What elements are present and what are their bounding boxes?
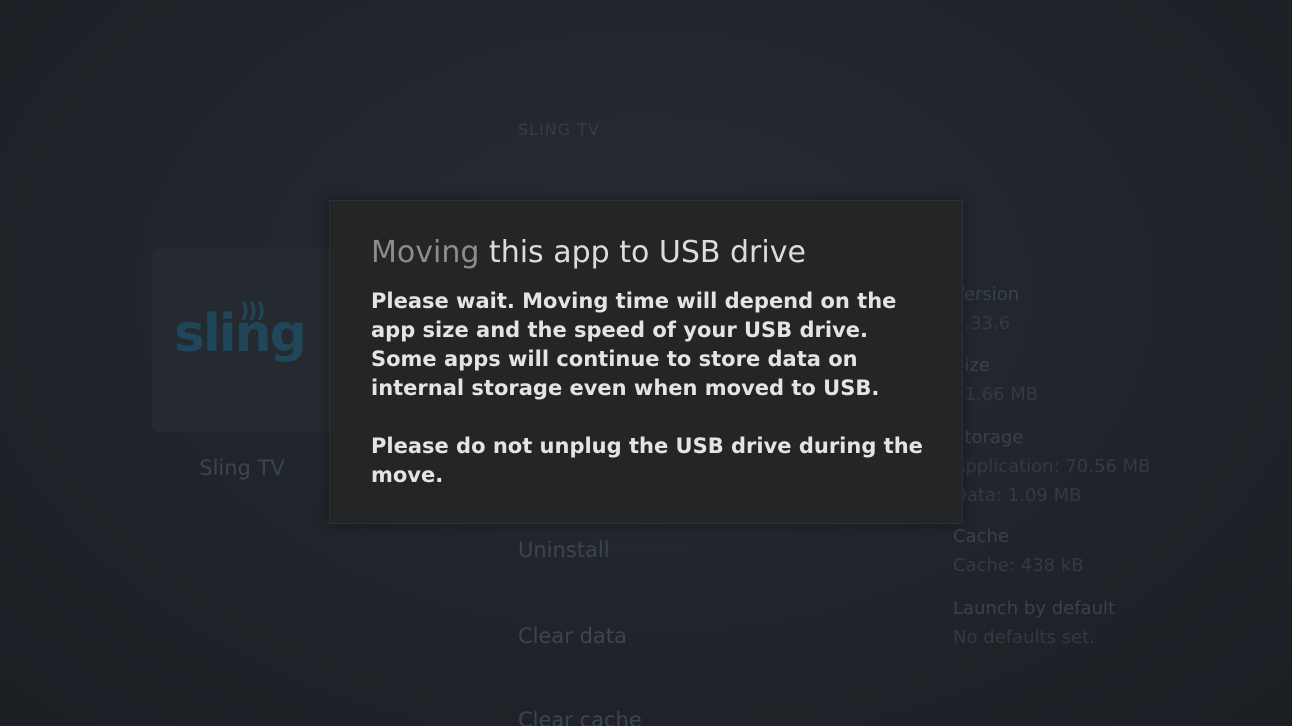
storage-label: Storage (953, 427, 1024, 448)
uninstall-menu-item[interactable]: Uninstall (518, 538, 610, 562)
dialog-message-warning: Please do not unplug the USB drive durin… (371, 434, 923, 487)
app-header: SLING TV (518, 120, 600, 139)
version-info: Version 8.33.6 (953, 280, 1283, 338)
storage-application-value: Application: 70.56 MB (953, 456, 1151, 477)
cache-info: Cache Cache: 438 kB (953, 522, 1283, 580)
moving-to-usb-dialog: Moving this app to USB drive Please wait… (329, 200, 963, 524)
size-label: Size (953, 355, 990, 376)
launch-default-info: Launch by default No defaults set. (953, 594, 1283, 652)
dialog-title-text: this app to USB drive (479, 235, 806, 270)
clear-data-menu-item[interactable]: Clear data (518, 624, 627, 648)
dialog-title: Moving this app to USB drive (371, 235, 806, 270)
dialog-message-wait: Please wait. Moving time will depend on … (371, 289, 897, 400)
dialog-message: Please wait. Moving time will depend on … (371, 287, 931, 490)
size-info: Size 71.66 MB (953, 351, 1283, 409)
app-name-label: Sling TV (199, 456, 285, 480)
version-label: Version (953, 284, 1020, 305)
clear-cache-menu-item[interactable]: Clear cache (518, 708, 642, 726)
screen: SLING TV sling ))) Sling TV Uninstall Cl… (0, 0, 1292, 726)
app-tile: sling ))) (152, 248, 332, 432)
version-value: 8.33.6 (953, 313, 1011, 334)
size-value: 71.66 MB (953, 384, 1039, 405)
launch-default-value: No defaults set. (953, 627, 1095, 648)
cache-label: Cache (953, 526, 1009, 547)
dialog-title-progress-word: Moving (371, 235, 480, 270)
launch-default-label: Launch by default (953, 598, 1116, 619)
broadcast-waves-icon: ))) (240, 298, 265, 322)
cache-value: Cache: 438 kB (953, 555, 1084, 576)
storage-data-value: Data: 1.09 MB (953, 485, 1082, 506)
storage-info: Storage Application: 70.56 MB Data: 1.09… (953, 423, 1283, 510)
